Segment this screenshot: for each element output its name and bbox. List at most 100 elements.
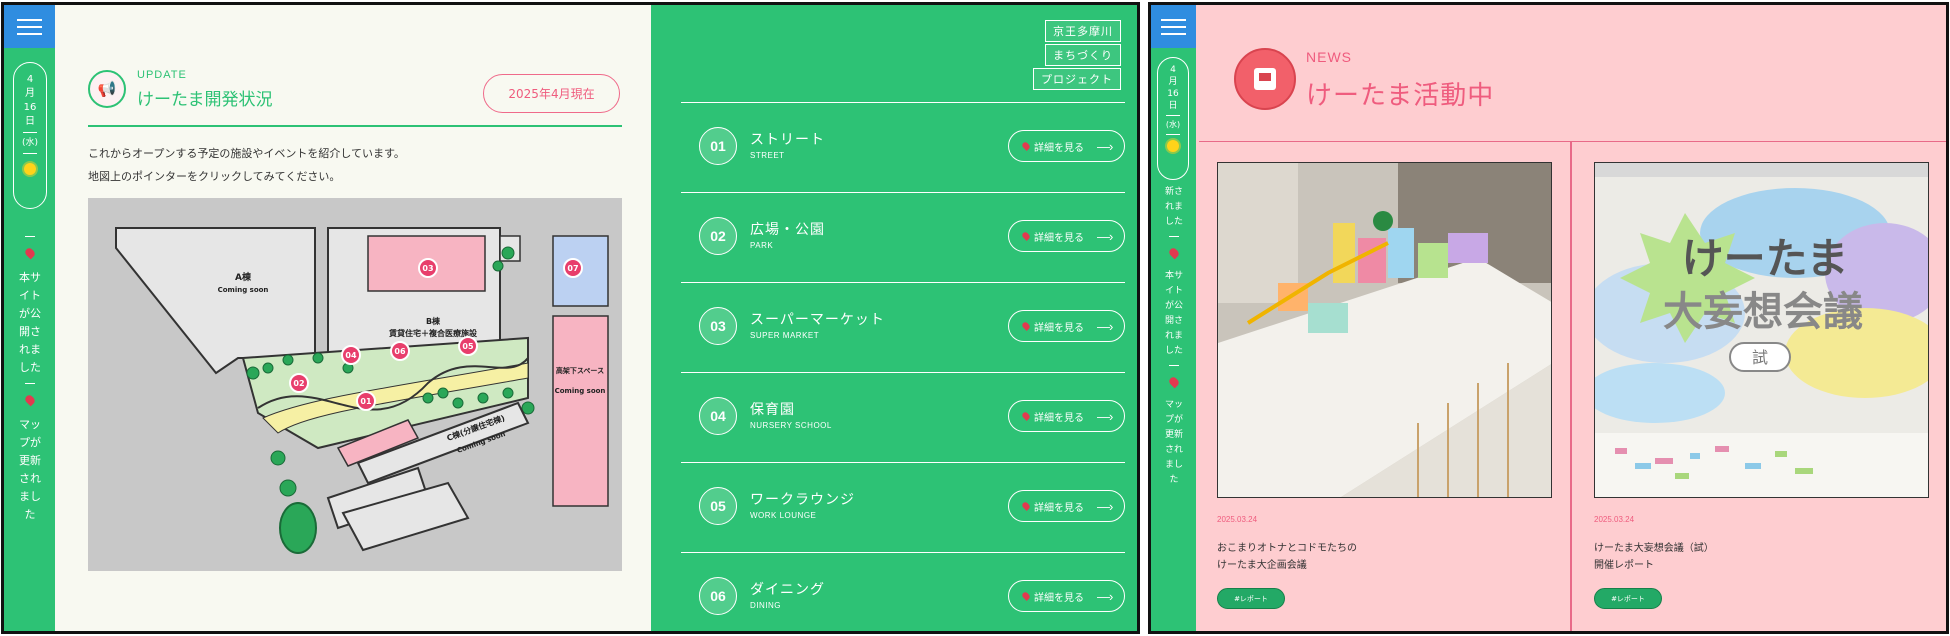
map-marker-05[interactable]: 05 xyxy=(458,336,478,356)
project-number: 06 xyxy=(699,577,737,615)
date-day: 16 xyxy=(1167,89,1179,99)
project-number: 05 xyxy=(699,487,737,525)
hamburger-menu-button[interactable] xyxy=(1151,5,1196,48)
news-ticker[interactable]: 新されました 本サイトが公開されました マップが更新されました xyxy=(1163,185,1185,488)
view-details-button[interactable]: 詳細を見る —› xyxy=(1008,580,1125,612)
arrow-right-icon: —› xyxy=(1097,588,1113,604)
report-tag-button[interactable]: #レポート xyxy=(1217,588,1285,609)
building-b-label: B棟 xyxy=(426,316,441,326)
arrow-right-icon: —› xyxy=(1097,138,1113,154)
view-details-button[interactable]: 詳細を見る —› xyxy=(1008,310,1125,342)
project-name-en: NURSERY SCHOOL xyxy=(750,421,832,430)
card-image-text: けーたま xyxy=(1682,234,1849,283)
screenshot-root: 4 月 16 日 (水) 本サイトが公開されました マップが更新されました 📢 … xyxy=(0,0,1950,636)
svg-text:02: 02 xyxy=(293,379,304,388)
project-list-panel: 京王多摩川 まちづくり プロジェクト 01 ストリート STREET 詳細を見る… xyxy=(651,5,1137,631)
section-title: けーたま開発状況 xyxy=(137,90,273,110)
project-number: 04 xyxy=(699,397,737,435)
news-date: 2025.03.24 xyxy=(1594,515,1635,524)
card-image-text: 試 xyxy=(1752,348,1768,367)
project-name: ワークラウンジ xyxy=(750,492,855,508)
tag-chip[interactable]: まちづくり xyxy=(1045,44,1121,66)
date-month: 4 xyxy=(26,74,34,85)
side-rail: 4 月 16 日 (水) 新されました 本サイトが公開されました マップが更新さ… xyxy=(1151,5,1196,631)
news-card[interactable]: 2025.03.24 おこまりオトナとコドモたちの けーたま大企画会議 #レポー… xyxy=(1217,162,1552,609)
project-name-en: DINING xyxy=(750,601,781,610)
news-card[interactable]: けーたま 大妄想会議 試 2025.03.24 けーたま大妄想会議（試） 開催レ… xyxy=(1594,162,1929,609)
pin-icon xyxy=(1021,141,1031,151)
map-marker-01[interactable]: 01 xyxy=(356,391,376,411)
news-ticker[interactable]: 本サイトが公開されました マップが更新されました xyxy=(19,230,41,524)
project-number: 03 xyxy=(699,307,737,345)
news-title[interactable]: けーたま大妄想会議（試） 開催レポート xyxy=(1594,540,1929,574)
date-day: 16 xyxy=(23,102,37,113)
pin-icon xyxy=(1021,411,1031,421)
svg-text:01: 01 xyxy=(360,397,372,406)
section-kicker: UPDATE xyxy=(137,69,187,81)
description-line: 地図上のポインターをクリックしてみてください。 xyxy=(88,170,341,183)
svg-text:07: 07 xyxy=(567,264,578,273)
ticker-item: 本サイトが公開されました xyxy=(19,271,41,374)
view-details-button[interactable]: 詳細を見る —› xyxy=(1008,130,1125,162)
project-name: スーパーマーケット xyxy=(750,312,885,328)
map-marker-07[interactable]: 07 xyxy=(563,258,583,278)
arrow-right-icon: —› xyxy=(1097,228,1113,244)
arrow-right-icon: —› xyxy=(1097,318,1113,334)
report-tag-button[interactable]: #レポート xyxy=(1594,588,1662,609)
date-month: 4 xyxy=(1170,65,1176,75)
ticker-item: マップが更新されました xyxy=(1164,400,1183,485)
description-line: これからオープンする予定の施設やイベントを紹介しています。 xyxy=(88,147,405,160)
project-row-dining[interactable]: 06 ダイニング DINING 詳細を見る —› xyxy=(681,552,1125,631)
project-number: 01 xyxy=(699,127,737,165)
side-rail: 4 月 16 日 (水) 本サイトが公開されました マップが更新されました xyxy=(4,5,55,631)
project-row-nursery[interactable]: 04 保育園 NURSERY SCHOOL 詳細を見る —› xyxy=(681,372,1125,462)
date-weekday: (水) xyxy=(21,138,39,148)
svg-text:03: 03 xyxy=(422,264,433,273)
mailbox-icon xyxy=(1234,48,1296,110)
project-list: 01 ストリート STREET 詳細を見る —› 02 広場・公園 PARK 詳細… xyxy=(681,102,1125,631)
svg-text:06: 06 xyxy=(394,347,406,356)
date-weekday: (水) xyxy=(1165,120,1181,129)
site-map[interactable]: A棟 Coming soon B棟 賃貸住宅＋複合医療施設 C棟(分譲住宅棟) … xyxy=(88,198,622,571)
building-a-label: A棟 xyxy=(235,271,252,283)
tag-chip[interactable]: プロジェクト xyxy=(1033,68,1121,90)
map-marker-03[interactable]: 03 xyxy=(418,258,438,278)
map-marker-02[interactable]: 02 xyxy=(289,373,309,393)
pin-icon xyxy=(1021,501,1031,511)
map-marker-04[interactable]: 04 xyxy=(341,345,361,365)
underpass-label: 高架下スペース xyxy=(556,366,604,375)
hamburger-menu-button[interactable] xyxy=(4,5,55,48)
news-header: NEWS けーたま活動中 xyxy=(1199,5,1946,142)
map-marker-06[interactable]: 06 xyxy=(390,341,410,361)
news-title[interactable]: おこまりオトナとコドモたちの けーたま大企画会議 xyxy=(1217,540,1552,574)
arrow-right-icon: —› xyxy=(1097,498,1113,514)
project-row-street[interactable]: 01 ストリート STREET 詳細を見る —› xyxy=(681,102,1125,192)
view-details-button[interactable]: 詳細を見る —› xyxy=(1008,220,1125,252)
view-details-button[interactable]: 詳細を見る —› xyxy=(1008,400,1125,432)
pin-icon xyxy=(1021,231,1031,241)
arrow-right-icon: —› xyxy=(1097,408,1113,424)
underpass-status: Coming soon xyxy=(555,387,606,395)
project-name-en: PARK xyxy=(750,241,774,250)
pin-icon xyxy=(23,393,37,407)
month-badge: 2025年4月現在 xyxy=(483,74,620,113)
tag-chip[interactable]: 京王多摩川 xyxy=(1045,20,1121,42)
news-card-image[interactable] xyxy=(1217,162,1552,498)
date-badge: 4 月 16 日 (水) xyxy=(13,62,47,209)
project-name: 広場・公園 xyxy=(750,222,825,238)
building-a-status: Coming soon xyxy=(218,286,269,294)
hamburger-icon xyxy=(17,19,42,21)
view-details-button[interactable]: 詳細を見る —› xyxy=(1008,490,1125,522)
project-row-work-lounge[interactable]: 05 ワークラウンジ WORK LOUNGE 詳細を見る —› xyxy=(681,462,1125,552)
project-row-supermarket[interactable]: 03 スーパーマーケット SUPER MARKET 詳細を見る —› xyxy=(681,282,1125,372)
underpass-space[interactable] xyxy=(552,315,609,507)
svg-text:04: 04 xyxy=(345,351,357,360)
building-b-desc: 賃貸住宅＋複合医療施設 xyxy=(388,328,478,338)
project-row-park[interactable]: 02 広場・公園 PARK 詳細を見る —› xyxy=(681,192,1125,282)
hamburger-icon xyxy=(1161,19,1186,21)
section-title: けーたま活動中 xyxy=(1306,81,1495,111)
card-image-text: 大妄想会議 xyxy=(1663,289,1863,335)
pin-icon xyxy=(1167,246,1181,260)
news-card-image[interactable]: けーたま 大妄想会議 試 xyxy=(1594,162,1929,498)
ticker-item: 新されました xyxy=(1164,187,1183,227)
